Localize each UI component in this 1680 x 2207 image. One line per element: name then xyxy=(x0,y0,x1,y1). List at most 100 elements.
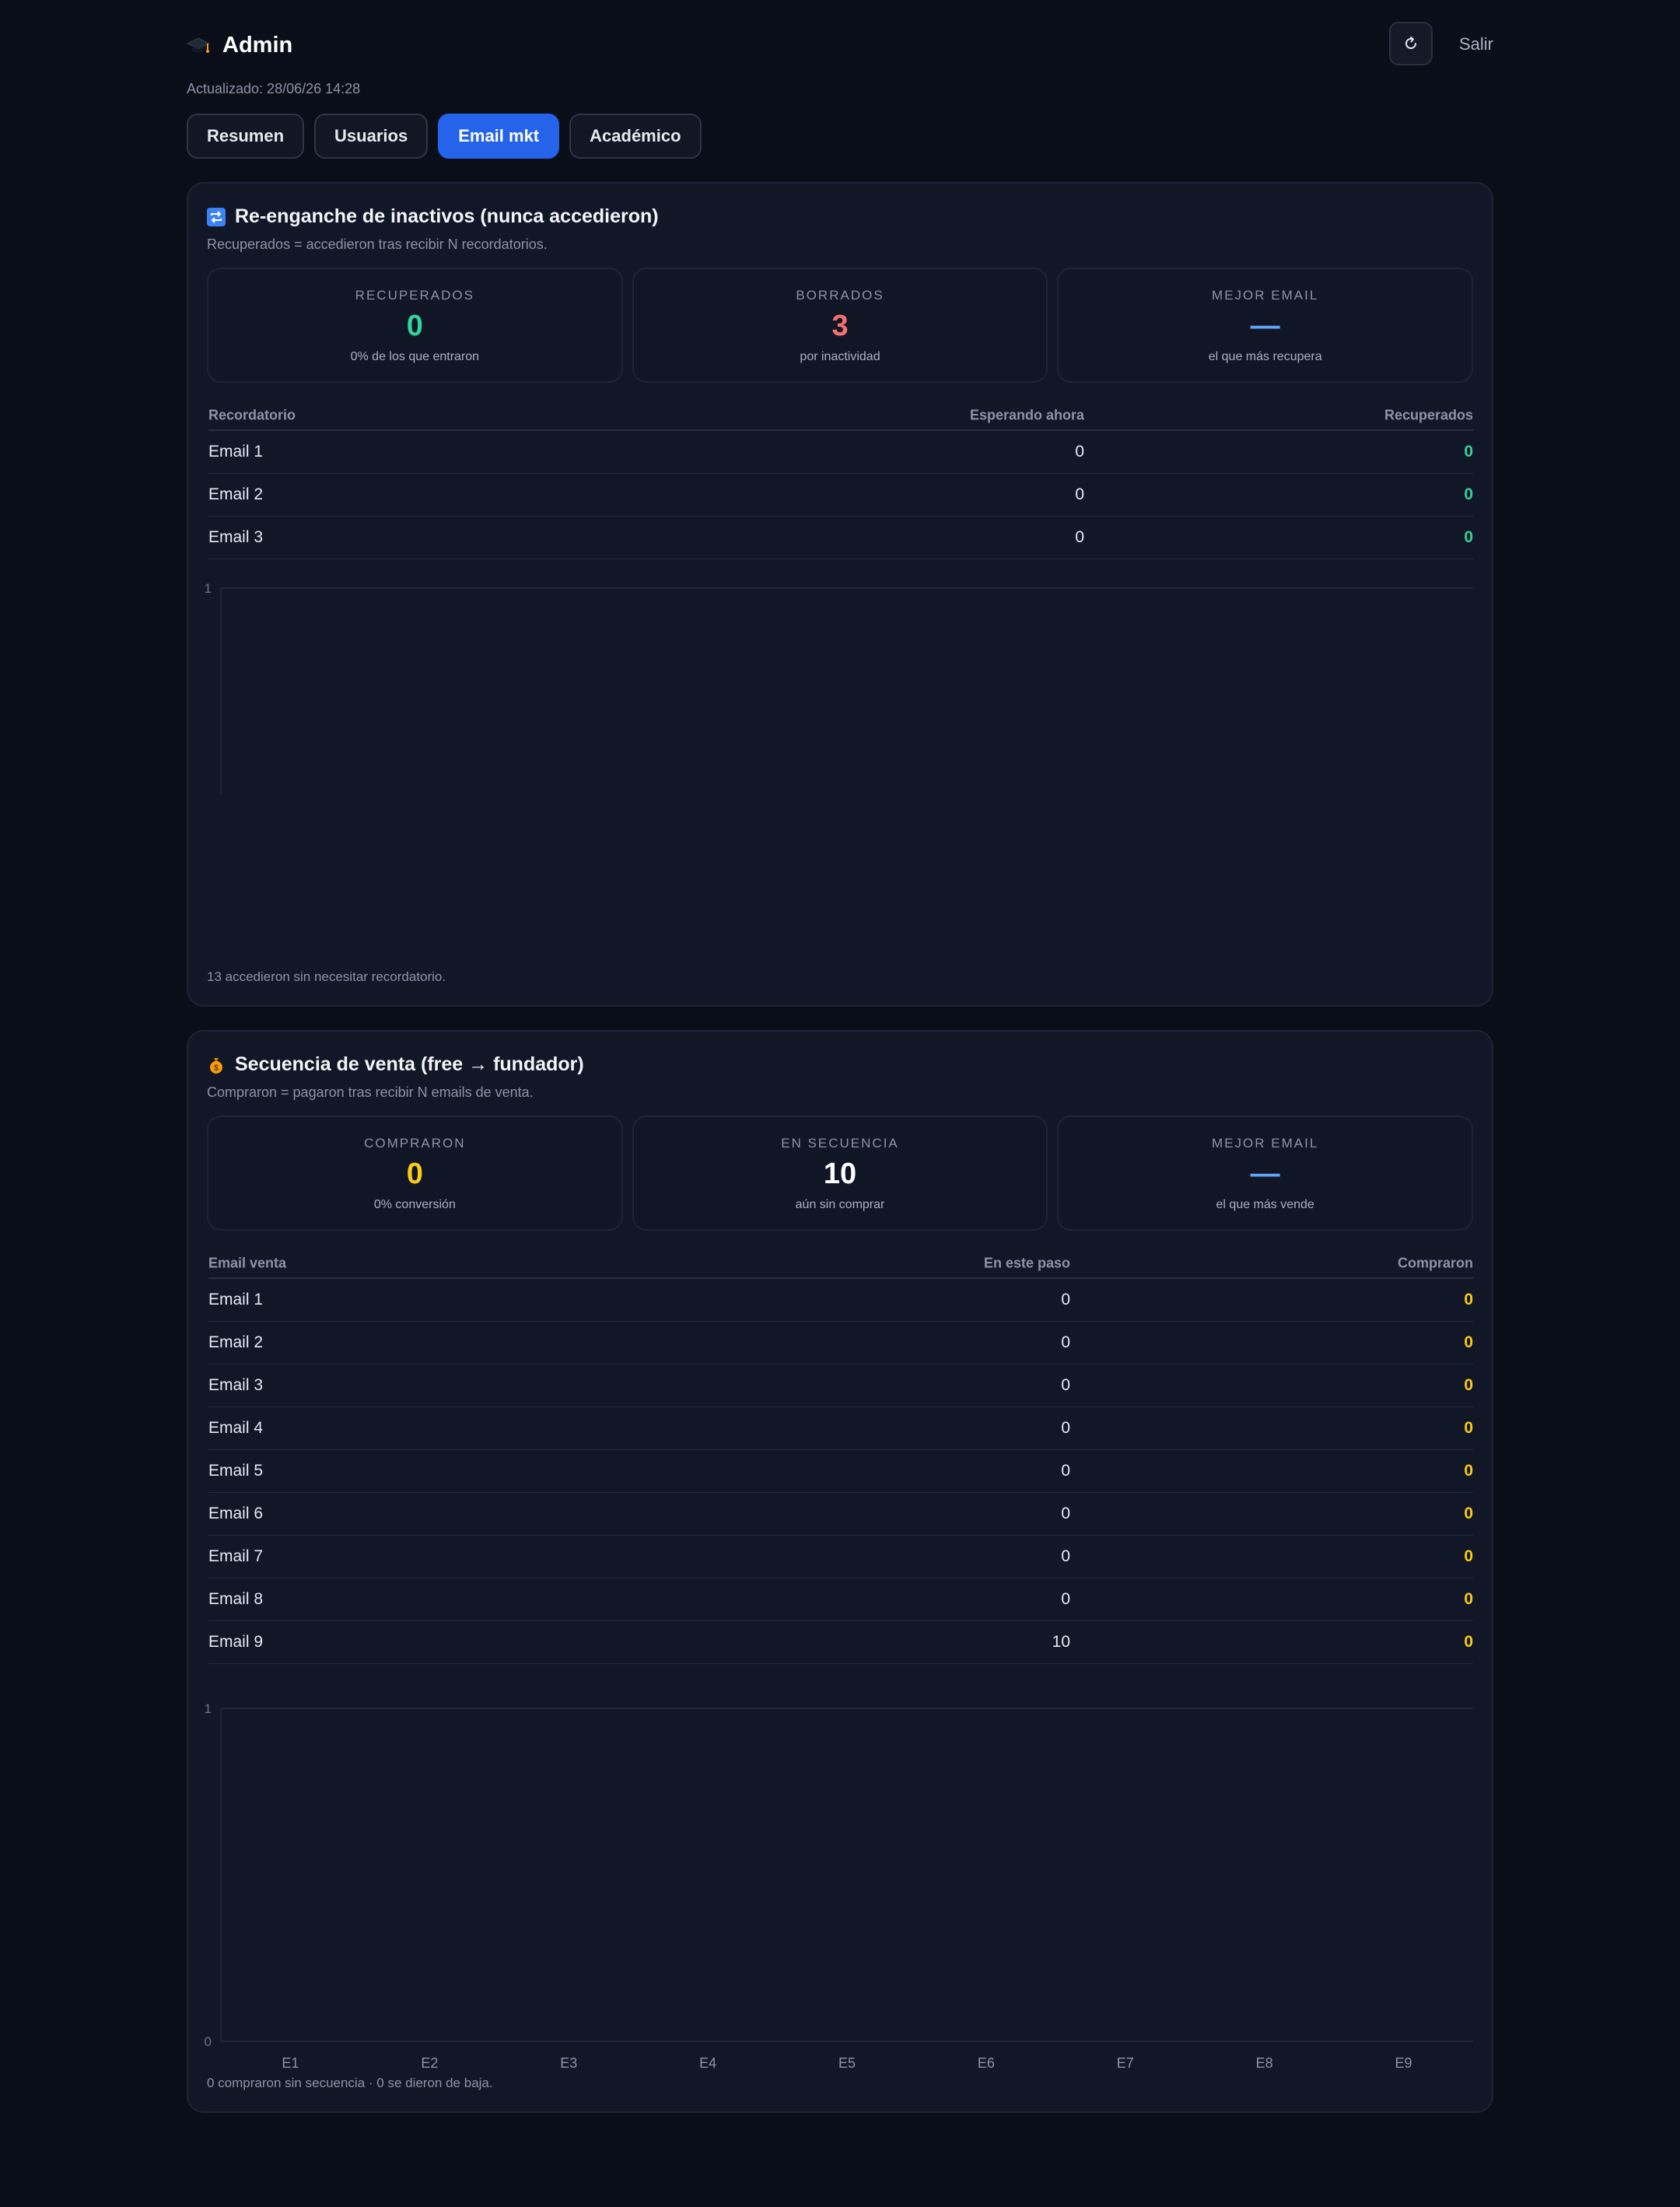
sales-footnote: 0 compraron sin secuencia · 0 se dieron … xyxy=(207,2076,493,2090)
x-tick-label: E7 xyxy=(1117,2055,1134,2069)
reengage-title-text: Re-enganche de inactivos (nunca accedier… xyxy=(235,205,659,227)
money-bag-icon: $ xyxy=(210,1057,222,1074)
cell: Email 4 xyxy=(208,1419,264,1437)
tab-usuarios[interactable]: Usuarios xyxy=(314,114,429,159)
cell: Email 8 xyxy=(208,1590,264,1608)
repeat-icon xyxy=(207,207,226,226)
table-row: Email 5 0 0 xyxy=(208,1450,1473,1493)
x-tick-label: E4 xyxy=(699,2055,716,2069)
stat-en-secuencia: EN SECUENCIA 10 aún sin comprar xyxy=(632,1116,1048,1231)
sales-subtitle: Compraron = pagaron tras recibir N email… xyxy=(207,1084,534,1100)
stat-value: — xyxy=(1250,310,1280,342)
reengage-footnote: 13 accedieron sin necesitar recordatorio… xyxy=(207,969,446,984)
stat-label: RECUPERADOS xyxy=(355,288,474,303)
cell: Email 3 xyxy=(208,1376,264,1394)
sales-table: Email venta En este paso Compraron Email… xyxy=(208,1249,1473,1664)
stat-note: 0% de los que entraron xyxy=(350,350,480,363)
cell: 0 xyxy=(1464,485,1473,503)
stat-label: MEJOR EMAIL xyxy=(1212,1136,1319,1151)
col-header: Recuperados xyxy=(1384,407,1473,423)
x-tick-label: E5 xyxy=(838,2055,856,2069)
logout-link[interactable]: Salir xyxy=(1459,34,1493,54)
cell: 0 xyxy=(1464,1590,1473,1608)
x-tick-label: E8 xyxy=(1256,2055,1273,2069)
stat-label: COMPRARON xyxy=(364,1136,466,1151)
sales-chart: 0 1 E1 E2 E3 E4 E5 E6 E7 E8 E9 xyxy=(205,1701,1473,2069)
stat-value: 10 xyxy=(823,1158,857,1190)
cell: 0 xyxy=(1061,1505,1070,1522)
cell: 0 xyxy=(1075,443,1084,461)
cell: Email 6 xyxy=(208,1505,264,1522)
table-row: Email 2 0 0 xyxy=(208,474,1473,517)
cell: 0 xyxy=(1061,1419,1070,1437)
cell: 0 xyxy=(1464,1462,1473,1480)
cell: 0 xyxy=(1464,1633,1473,1651)
stat-note: el que más recupera xyxy=(1208,350,1322,363)
col-header: Email venta xyxy=(208,1255,287,1271)
y-tick-label: 0 xyxy=(205,2034,212,2049)
reengage-chart: 01E1E2E3 xyxy=(205,581,1473,795)
sales-title-text: Secuencia de venta (free → fundador) xyxy=(235,1053,584,1075)
x-tick-label: E2 xyxy=(421,2055,438,2069)
reengage-table: Recordatorio Esperando ahora Recuperados… xyxy=(208,401,1473,559)
x-tick-label: E1 xyxy=(282,2055,299,2069)
reengage-title: Re-enganche de inactivos (nunca accedier… xyxy=(207,205,659,228)
cell: Email 5 xyxy=(208,1462,264,1480)
cell: 0 xyxy=(1464,443,1473,461)
col-header: Esperando ahora xyxy=(969,407,1084,423)
sales-title: $ Secuencia de venta (free → fundador) xyxy=(207,1053,584,1076)
cell: 0 xyxy=(1464,1291,1473,1308)
top-bar: Admin Salir xyxy=(187,22,1493,68)
table-header: Email venta En este paso Compraron xyxy=(208,1249,1473,1279)
col-header: En este paso xyxy=(983,1255,1070,1271)
cell: 0 xyxy=(1464,528,1473,546)
tab-email-mkt[interactable]: Email mkt xyxy=(438,114,560,159)
table-row: Email 7 0 0 xyxy=(208,1536,1473,1578)
stat-value: — xyxy=(1250,1158,1280,1190)
cell: Email 2 xyxy=(208,485,264,503)
cell: Email 9 xyxy=(208,1633,264,1651)
stat-borrados: BORRADOS 3 por inactividad xyxy=(632,268,1048,383)
table-row: Email 2 0 0 xyxy=(208,1322,1473,1364)
stat-label: EN SECUENCIA xyxy=(781,1136,899,1151)
refresh-icon xyxy=(1405,37,1416,49)
cell: 10 xyxy=(1052,1633,1070,1651)
cell: 0 xyxy=(1075,485,1084,503)
table-row: Email 4 0 0 xyxy=(208,1407,1473,1450)
y-tick-label: 1 xyxy=(205,581,212,596)
cell: 0 xyxy=(1464,1376,1473,1394)
stat-value: 0 xyxy=(406,310,423,342)
cell: 0 xyxy=(1464,1505,1473,1522)
cell: 0 xyxy=(1464,1419,1473,1437)
cell: Email 7 xyxy=(208,1547,264,1565)
stat-label: BORRADOS xyxy=(796,288,884,303)
stat-note: el que más vende xyxy=(1216,1198,1314,1211)
tab-bar: Resumen Usuarios Email mkt Académico xyxy=(187,114,702,159)
table-row: Email 1 0 0 xyxy=(208,431,1473,474)
cell: 0 xyxy=(1061,1590,1070,1608)
stat-note: 0% conversión xyxy=(373,1198,456,1211)
table-row: Email 9 10 0 xyxy=(208,1621,1473,1664)
x-tick-label: E9 xyxy=(1395,2055,1412,2069)
cell: 0 xyxy=(1075,528,1084,546)
reengage-subtitle: Recuperados = accedieron tras recibir N … xyxy=(207,236,548,252)
y-tick-label: 1 xyxy=(205,1701,212,1716)
cell: 0 xyxy=(1061,1291,1070,1308)
x-tick-label: E3 xyxy=(560,2055,577,2069)
cell: 0 xyxy=(1061,1333,1070,1351)
stat-label: MEJOR EMAIL xyxy=(1212,288,1319,303)
stat-recuperados: RECUPERADOS 0 0% de los que entraron xyxy=(207,268,623,383)
cell: 0 xyxy=(1061,1547,1070,1565)
sales-stats: COMPRARON 0 0% conversión EN SECUENCIA 1… xyxy=(207,1116,1474,1231)
tab-resumen[interactable]: Resumen xyxy=(187,114,305,159)
refresh-button[interactable] xyxy=(1389,22,1433,65)
stat-mejor-email: MEJOR EMAIL — el que más recupera xyxy=(1057,268,1474,383)
table-header: Recordatorio Esperando ahora Recuperados xyxy=(208,401,1473,431)
table-row: Email 3 0 0 xyxy=(208,517,1473,559)
col-header: Compraron xyxy=(1397,1255,1473,1271)
stat-mejor-email: MEJOR EMAIL — el que más vende xyxy=(1057,1116,1474,1231)
tab-academico[interactable]: Académico xyxy=(569,114,702,159)
table-row: Email 1 0 0 xyxy=(208,1279,1473,1322)
table-row: Email 8 0 0 xyxy=(208,1578,1473,1621)
svg-text:$: $ xyxy=(214,1063,219,1073)
